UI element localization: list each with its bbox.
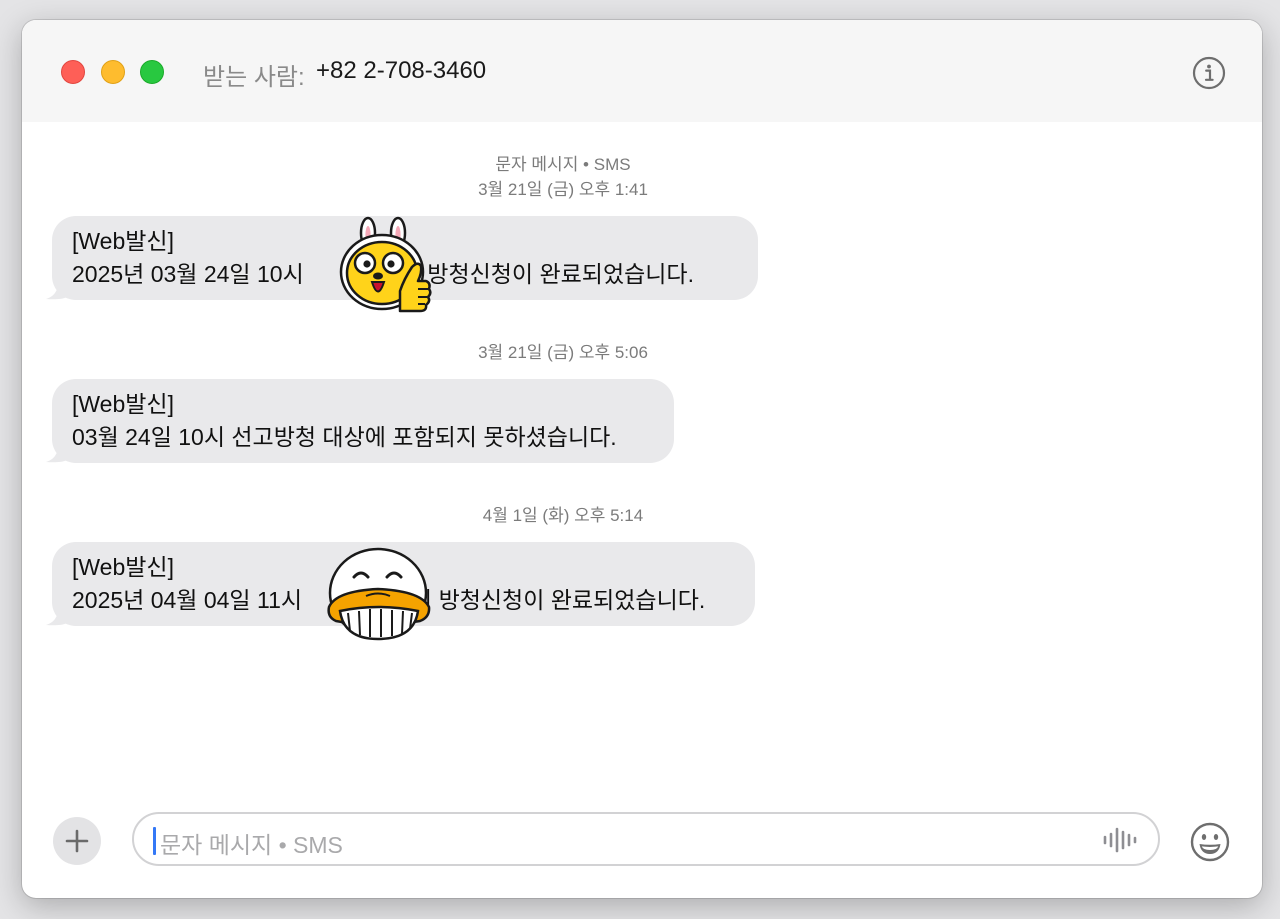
message-timestamp: 3월 21일 (금) 오후 1:41: [478, 180, 648, 199]
duck-grin-sticker[interactable]: [326, 547, 432, 643]
plus-icon: [65, 829, 89, 853]
add-attachment-button[interactable]: [53, 817, 101, 865]
emoji-icon[interactable]: [1189, 821, 1231, 863]
message-sender-tag: [Web발신]: [72, 391, 174, 417]
close-window-button[interactable]: [61, 60, 85, 84]
messages-window: 받는 사람: +82 2-708-3460 문자 메시지 • SMS 3월 21…: [22, 20, 1262, 898]
message-text: 03월 24일 10시 선고방청 대상에 포함되지 못하셨습니다.: [72, 424, 617, 450]
message-bubble[interactable]: [Web발신] 03월 24일 10시 선고방청 대상에 포함되지 못하셨습니다…: [52, 379, 674, 463]
message-input[interactable]: 문자 메시지 • SMS: [132, 812, 1160, 866]
message-text-start: 2025년 04월 04일 11시: [72, 587, 303, 613]
minimize-window-button[interactable]: [101, 60, 125, 84]
waveform-icon[interactable]: [1102, 826, 1138, 854]
message-input-placeholder: 문자 메시지 • SMS: [160, 832, 343, 858]
message-service-label: 문자 메시지 • SMS: [495, 155, 631, 174]
info-icon[interactable]: [1192, 56, 1226, 90]
message-text-start: 2025년 03월 24일 10시: [72, 261, 304, 287]
message-timestamp: 4월 1일 (화) 오후 5:14: [482, 506, 644, 525]
rabbit-thumbs-up-sticker[interactable]: [338, 215, 434, 315]
zoom-window-button[interactable]: [140, 60, 164, 84]
title-bar: 받는 사람: +82 2-708-3460: [22, 20, 1262, 122]
message-timestamp: 3월 21일 (금) 오후 5:06: [478, 343, 648, 362]
recipient-label: 받는 사람:: [203, 64, 305, 91]
message-text-end: 의 방청신청이 완료되었습니다.: [399, 261, 694, 287]
message-text-end: 의 방청신청이 완료되었습니다.: [411, 587, 706, 613]
recipient-field[interactable]: +82 2-708-3460: [316, 57, 486, 85]
text-cursor: [153, 827, 156, 855]
